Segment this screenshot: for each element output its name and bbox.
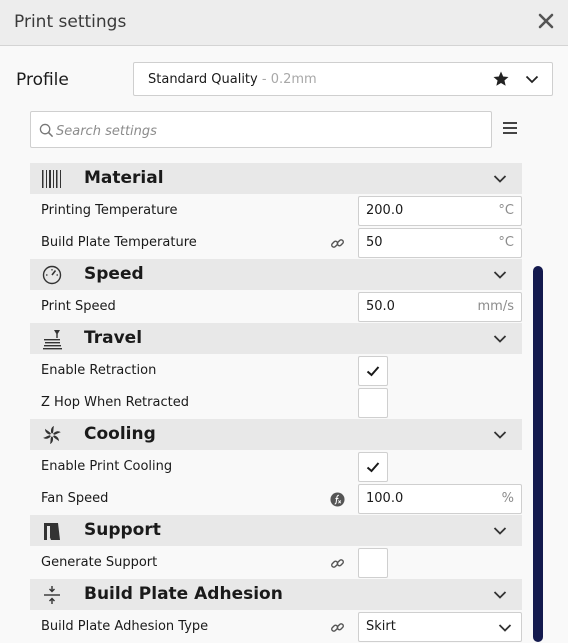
search-box [30, 111, 492, 148]
setting-fan-speed: Fan Speed 100.0 % [30, 483, 522, 515]
z-hop-checkbox[interactable] [358, 388, 388, 418]
build-plate-temperature-input[interactable]: 50 °C [358, 228, 522, 258]
setting-build-plate-adhesion-type: Build Plate Adhesion Type Skirt [30, 611, 522, 643]
title-bar: Print settings [0, 0, 568, 46]
category-title: Cooling [84, 424, 156, 444]
setting-label: Z Hop When Retracted [41, 395, 189, 410]
profile-dropdown[interactable]: Standard Quality - 0.2mm [133, 62, 553, 96]
generate-support-checkbox[interactable] [358, 548, 388, 578]
setting-enable-retraction: Enable Retraction [30, 355, 522, 387]
setting-print-speed: Print Speed 50.0 mm/s [30, 291, 522, 323]
field-value: 50 [366, 235, 383, 250]
category-title: Support [84, 520, 161, 540]
chevron-down-icon [493, 175, 507, 183]
category-speed[interactable]: Speed [30, 259, 522, 290]
window-title: Print settings [14, 12, 127, 32]
category-travel[interactable]: Travel [30, 323, 522, 354]
field-unit: % [501, 491, 514, 506]
link-icon[interactable] [330, 620, 345, 635]
chevron-down-icon [493, 431, 507, 439]
field-unit: °C [498, 203, 514, 218]
travel-icon [43, 330, 62, 350]
profile-name: Standard Quality [148, 72, 258, 87]
setting-build-plate-temperature: Build Plate Temperature 50 °C [30, 227, 522, 259]
printing-temperature-input[interactable]: 200.0 °C [358, 196, 522, 226]
category-cooling[interactable]: Cooling [30, 419, 522, 450]
chevron-down-icon [493, 271, 507, 279]
field-unit: mm/s [477, 299, 514, 314]
category-build-plate-adhesion[interactable]: Build Plate Adhesion [30, 579, 522, 610]
category-title: Travel [84, 328, 143, 348]
field-value: Skirt [366, 619, 396, 634]
enable-print-cooling-checkbox[interactable] [358, 452, 388, 482]
category-title: Material [84, 168, 164, 188]
fan-icon [43, 426, 61, 444]
close-icon[interactable] [534, 9, 558, 33]
adhesion-icon [44, 586, 60, 604]
adhesion-type-dropdown[interactable]: Skirt [358, 612, 522, 642]
setting-label: Enable Retraction [41, 363, 157, 378]
setting-z-hop-when-retracted: Z Hop When Retracted [30, 387, 522, 419]
category-title: Speed [84, 264, 144, 284]
setting-label: Build Plate Temperature [41, 235, 197, 250]
field-value: 100.0 [366, 491, 404, 506]
chevron-down-icon [493, 527, 507, 535]
category-title: Build Plate Adhesion [84, 584, 283, 604]
print-speed-input[interactable]: 50.0 mm/s [358, 292, 522, 322]
fan-speed-input[interactable]: 100.0 % [358, 484, 522, 514]
setting-enable-print-cooling: Enable Print Cooling [30, 451, 522, 483]
link-icon[interactable] [330, 236, 345, 251]
category-support[interactable]: Support [30, 515, 522, 546]
search-input[interactable] [54, 118, 478, 144]
setting-printing-temperature: Printing Temperature 200.0 °C [30, 195, 522, 227]
field-value: 200.0 [366, 203, 404, 218]
setting-label: Enable Print Cooling [41, 459, 173, 474]
setting-label: Printing Temperature [41, 203, 178, 218]
setting-label: Print Speed [41, 299, 116, 314]
chevron-down-icon [525, 75, 539, 84]
setting-label: Fan Speed [41, 491, 109, 506]
field-unit: °C [498, 235, 514, 250]
formula-icon[interactable] [330, 492, 345, 507]
profile-layer-height: - 0.2mm [257, 72, 317, 87]
chevron-down-icon [493, 335, 507, 343]
chevron-down-icon [498, 624, 512, 632]
chevron-down-icon [493, 591, 507, 599]
profile-label: Profile [16, 70, 69, 90]
hamburger-menu-icon[interactable] [502, 120, 518, 136]
checkmark-icon [366, 462, 380, 473]
setting-label: Build Plate Adhesion Type [41, 619, 209, 634]
material-icon [42, 170, 61, 188]
checkmark-icon [366, 366, 380, 377]
setting-label: Generate Support [41, 555, 158, 570]
support-icon [44, 523, 60, 540]
category-material[interactable]: Material [30, 163, 522, 194]
setting-generate-support: Generate Support [30, 547, 522, 579]
scrollbar-thumb[interactable] [533, 266, 543, 642]
link-icon[interactable] [330, 556, 345, 571]
star-icon[interactable] [492, 70, 510, 88]
speed-gauge-icon [42, 265, 62, 285]
search-icon [39, 123, 54, 138]
enable-retraction-checkbox[interactable] [358, 356, 388, 386]
field-value: 50.0 [366, 299, 395, 314]
profile-selected-value: Standard Quality - 0.2mm [148, 72, 317, 87]
